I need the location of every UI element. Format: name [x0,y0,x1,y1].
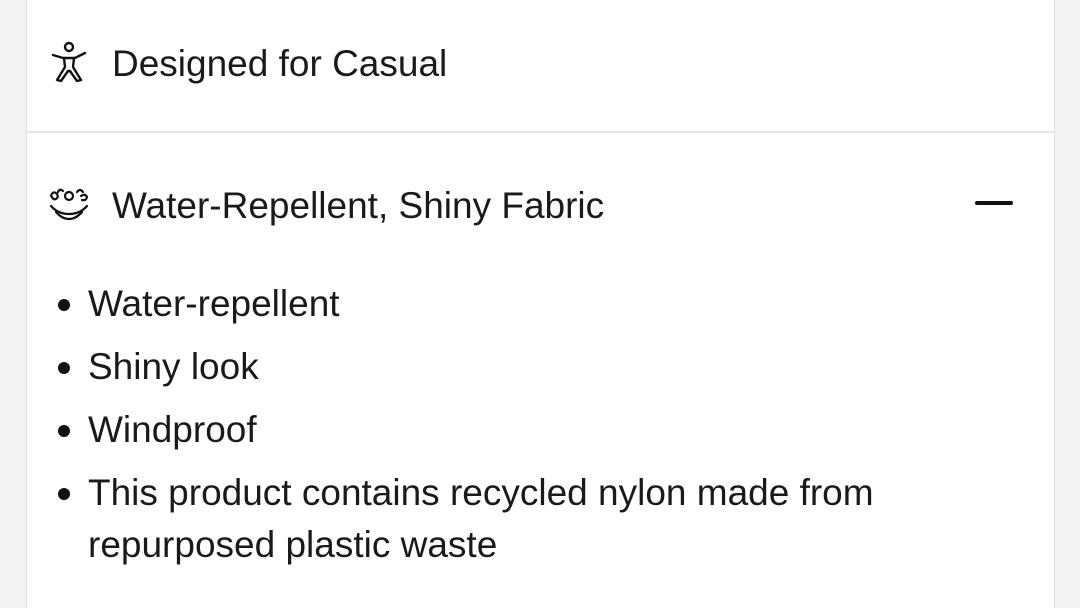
list-item: Windproof [57,404,977,456]
list-item: Shiny look [57,341,977,393]
feature-row-casual[interactable]: Designed for Casual [27,0,1054,133]
minus-icon [975,201,1013,205]
fabric-details-list: Water-repellent Shiny look Windproof Thi… [57,278,977,582]
feature-row-fabric[interactable]: Water-Repellent, Shiny Fabric [27,133,1054,278]
product-features-panel: Designed for Casual Water-Repellent, Shi… [26,0,1055,608]
collapse-button[interactable] [972,188,1016,218]
list-item: This product contains recycled nylon mad… [57,467,977,571]
feature-title-fabric: Water-Repellent, Shiny Fabric [112,185,605,226]
list-item: Water-repellent [57,278,977,330]
water-drops-fabric-icon [47,183,91,227]
person-casual-icon [47,40,91,84]
feature-title-casual: Designed for Casual [112,43,448,84]
